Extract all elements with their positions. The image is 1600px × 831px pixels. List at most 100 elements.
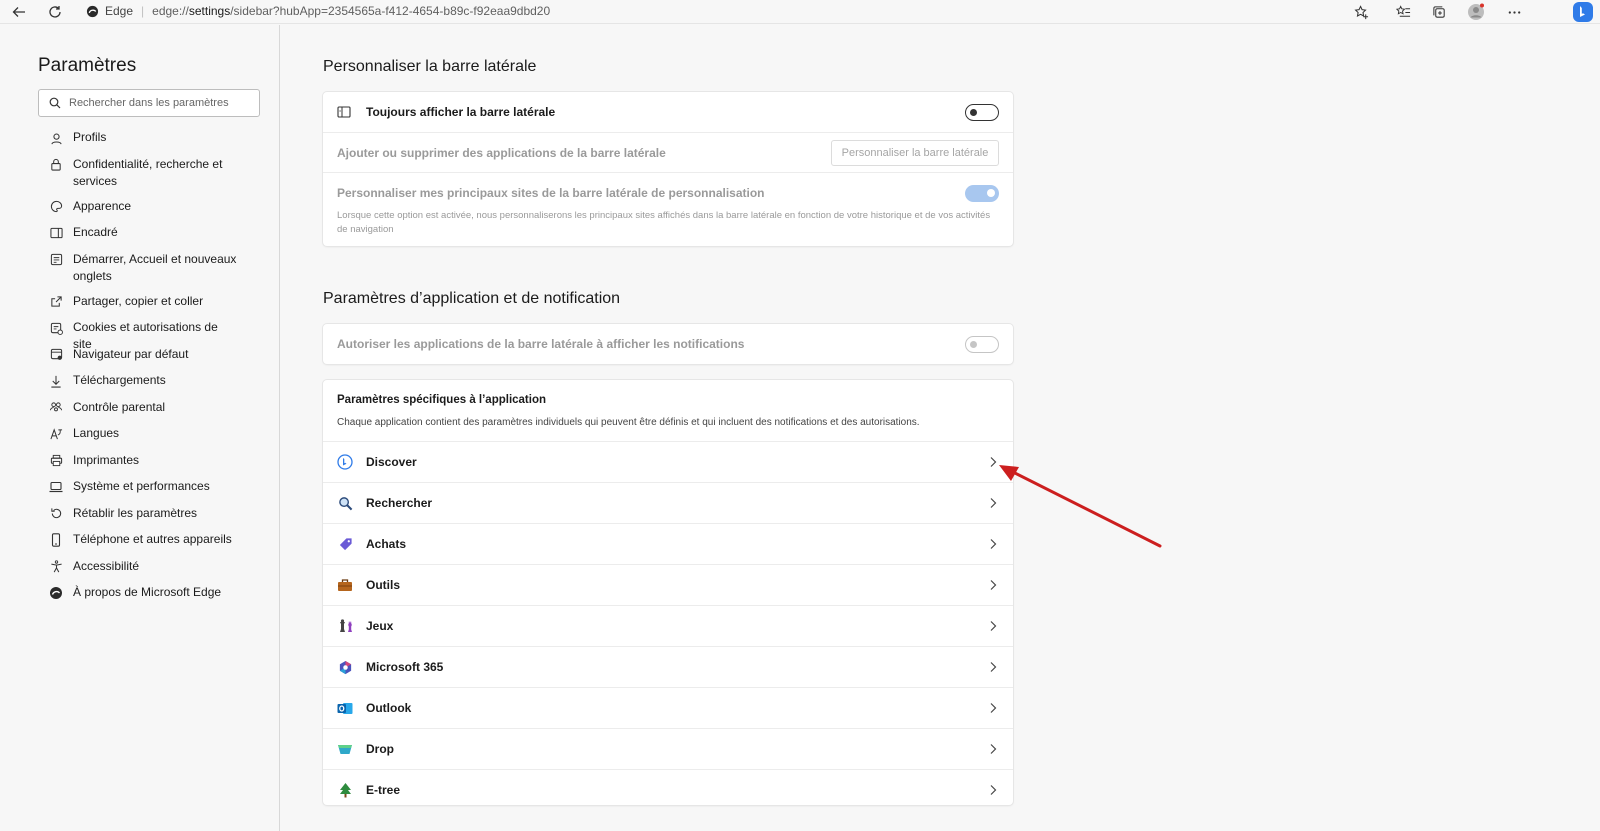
back-button[interactable]: [8, 1, 30, 23]
app-row-m365[interactable]: Microsoft 365: [323, 646, 1013, 687]
chevron-right-icon: [990, 539, 997, 549]
sidebar-item-start-home[interactable]: Démarrer, Accueil et nouveaux onglets: [48, 251, 273, 293]
collections-icon: [1432, 5, 1445, 18]
sidebar-item-label: Profils: [73, 130, 107, 144]
collections-button[interactable]: [1428, 1, 1450, 23]
outlook-icon: [337, 700, 353, 716]
laptop-icon: [48, 479, 64, 495]
section-title-app-notifications: Paramètres d’application et de notificat…: [323, 290, 621, 307]
app-specific-description: Chaque application contient des paramètr…: [337, 417, 920, 428]
sidebar-item-cookies[interactable]: Cookies et autorisations de site: [48, 319, 273, 351]
reset-icon: [48, 506, 64, 522]
customize-sidebar-button[interactable]: Personnaliser la barre latérale: [831, 140, 999, 166]
sidebar-item-appearance[interactable]: Apparence: [48, 198, 273, 225]
favorites-button[interactable]: [1392, 1, 1414, 23]
sidebar-item-label: Navigateur par défaut: [73, 346, 189, 361]
chevron-right-icon: [990, 457, 997, 467]
search-magnifier-icon: [337, 495, 353, 511]
always-show-toggle[interactable]: [965, 104, 999, 121]
sidebar-item-accessibility[interactable]: Accessibilité: [48, 558, 273, 585]
sidebar-item-share[interactable]: Partager, copier et coller: [48, 293, 273, 320]
copilot-button[interactable]: [1570, 1, 1596, 23]
always-show-label: Toujours afficher la barre latérale: [366, 105, 556, 119]
app-row-discover[interactable]: Discover: [323, 441, 1013, 482]
more-dots-icon: [1508, 10, 1520, 14]
refresh-button[interactable]: [44, 1, 66, 23]
sidebar-item-sidebar[interactable]: Encadré: [48, 224, 273, 251]
download-icon: [48, 373, 64, 389]
sidebar-item-downloads[interactable]: Téléchargements: [48, 372, 273, 399]
chevron-right-icon: [990, 580, 997, 590]
app-label: Drop: [366, 742, 394, 756]
app-row-shopping[interactable]: Achats: [323, 523, 1013, 564]
sidebar-item-phone[interactable]: Téléphone et autres appareils: [48, 531, 273, 558]
sidebar-item-label: Accessibilité: [73, 558, 140, 573]
app-label: Jeux: [366, 619, 394, 633]
app-row-search[interactable]: Rechercher: [323, 482, 1013, 523]
m365-icon: [337, 659, 353, 675]
app-row-outlook[interactable]: Outlook: [323, 687, 1013, 728]
allow-notifications-row: Autoriser les applications de la barre l…: [323, 324, 1013, 364]
allow-notifications-toggle[interactable]: [965, 336, 999, 353]
sidebar-panel-icon: [337, 106, 351, 118]
family-icon: [48, 400, 64, 416]
sidebar-item-label: Téléphone et autres appareils: [73, 532, 232, 546]
url-prefix: edge://: [152, 4, 189, 18]
sidebar-item-privacy[interactable]: Confidentialité, recherche et services: [48, 156, 273, 198]
shopping-tag-icon: [337, 536, 353, 552]
sidebar-item-label: À propos de Microsoft Edge: [73, 585, 222, 599]
profile-button[interactable]: [1465, 1, 1487, 23]
app-label: Microsoft 365: [366, 660, 444, 674]
sidebar-item-label: Apparence: [73, 198, 132, 213]
app-row-drop[interactable]: Drop: [323, 728, 1013, 769]
sidebar-item-label: Partager, copier et coller: [73, 293, 204, 308]
drop-icon: [337, 741, 353, 757]
always-show-row: Toujours afficher la barre latérale: [323, 92, 1013, 133]
app-row-tools[interactable]: Outils: [323, 564, 1013, 605]
browser-toolbar: Edge | edge://settings/sidebar?hubApp=23…: [0, 0, 1600, 24]
url-rest: /sidebar?hubApp=2354565a-f412-4654-b89c-…: [230, 4, 551, 18]
sidebar-item-parental[interactable]: Contrôle parental: [48, 399, 273, 426]
app-row-games[interactable]: Jeux: [323, 605, 1013, 646]
sidebar-panel-icon: [48, 225, 64, 241]
sidebar-item-profiles[interactable]: Profils: [48, 129, 273, 156]
chevron-right-icon: [990, 744, 997, 754]
address-bar[interactable]: Edge | edge://settings/sidebar?hubApp=23…: [86, 0, 550, 22]
bing-discover-icon: [337, 454, 353, 470]
app-row-etree[interactable]: E-tree: [323, 769, 1013, 810]
profile-icon: [48, 130, 64, 146]
more-menu-button[interactable]: [1503, 1, 1525, 23]
sidebar-item-printers[interactable]: Imprimantes: [48, 452, 273, 479]
url-separator: |: [141, 4, 145, 18]
sidebar-item-about[interactable]: À propos de Microsoft Edge: [48, 584, 273, 611]
back-arrow-icon: [12, 7, 25, 17]
share-icon: [48, 294, 64, 310]
sidebar-item-label: Langues: [73, 426, 120, 440]
app-label: Outlook: [366, 701, 412, 715]
sidebar-item-label: Encadré: [73, 225, 118, 239]
chevron-right-icon: [990, 662, 997, 672]
sidebar-item-label: Téléchargements: [73, 373, 166, 387]
sidebar-item-reset[interactable]: Rétablir les paramètres: [48, 505, 273, 532]
settings-title: Paramètres: [38, 55, 137, 76]
app-specific-title: Paramètres spécifiques à l’application: [337, 394, 546, 406]
favorite-button[interactable]: [1350, 1, 1372, 23]
sidebar-item-label: Démarrer, Accueil et nouveaux onglets: [73, 251, 237, 283]
sidebar-item-system[interactable]: Système et performances: [48, 478, 273, 505]
sidebar-item-default-browser[interactable]: Navigateur par défaut: [48, 346, 273, 373]
toolbox-icon: [337, 577, 353, 593]
chevron-right-icon: [990, 621, 997, 631]
bing-copilot-icon: [1573, 2, 1593, 22]
settings-search-input[interactable]: [69, 97, 249, 109]
sidebar-item-languages[interactable]: Langues: [48, 425, 273, 452]
home-icon: [48, 252, 64, 268]
sidebar-item-label: Rétablir les paramètres: [73, 505, 198, 520]
personalize-sites-label: Personnaliser mes principaux sites de la…: [337, 186, 765, 200]
section-title-customize-sidebar: Personnaliser la barre latérale: [323, 58, 537, 75]
customize-sidebar-card: Toujours afficher la barre latérale Ajou…: [323, 92, 1013, 246]
browser-brand: Edge: [105, 4, 134, 18]
personalize-sites-toggle[interactable]: [965, 185, 999, 202]
sidebar-item-label: Imprimantes: [73, 452, 140, 467]
settings-search[interactable]: [38, 89, 260, 117]
lock-icon: [48, 157, 64, 173]
